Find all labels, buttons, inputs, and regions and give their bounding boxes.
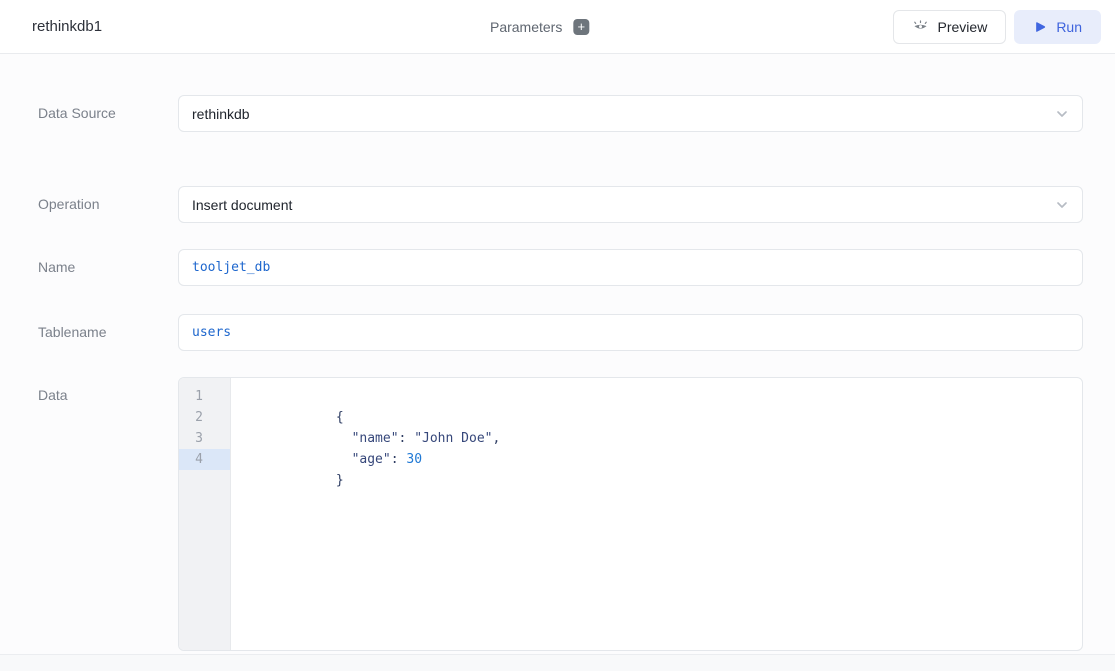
data-source-row: Data Source rethinkdb xyxy=(38,95,1083,132)
tablename-input[interactable]: users xyxy=(178,314,1083,351)
line-number: 2 xyxy=(179,407,230,428)
json-colon: : xyxy=(399,431,415,446)
data-label: Data xyxy=(38,377,178,403)
json-key: "name" xyxy=(352,431,399,446)
code-line: "name": "John Doe", xyxy=(242,407,1082,428)
parameters-label: Parameters xyxy=(490,19,562,35)
parameters-section: Parameters xyxy=(490,19,589,35)
tablename-label: Tablename xyxy=(38,314,178,340)
data-row: Data 1 2 3 4 { "name": "John Doe", xyxy=(38,377,1083,651)
tablename-value: users xyxy=(192,325,231,340)
run-button-label: Run xyxy=(1056,19,1082,35)
data-source-label: Data Source xyxy=(38,95,178,121)
json-colon: : xyxy=(391,452,407,467)
json-comma: , xyxy=(492,431,500,446)
operation-value: Insert document xyxy=(192,197,292,213)
line-number: 1 xyxy=(179,386,230,407)
json-string-value: "John Doe" xyxy=(414,431,492,446)
data-source-select[interactable]: rethinkdb xyxy=(178,95,1083,132)
json-open-brace: { xyxy=(336,410,344,425)
json-number-value: 30 xyxy=(406,452,422,467)
preview-button-label: Preview xyxy=(938,19,988,35)
name-value: tooljet_db xyxy=(192,260,270,275)
play-icon xyxy=(1033,20,1047,34)
name-input[interactable]: tooljet_db xyxy=(178,249,1083,286)
code-indent xyxy=(336,431,352,446)
operation-row: Operation Insert document xyxy=(38,186,1083,223)
plus-icon xyxy=(578,20,586,33)
line-number-active: 4 xyxy=(179,449,230,470)
header-actions: Preview Run xyxy=(893,10,1101,44)
chevron-down-icon xyxy=(1053,105,1071,123)
data-source-value: rethinkdb xyxy=(192,106,250,122)
code-line: { xyxy=(242,386,1082,407)
data-code-editor[interactable]: 1 2 3 4 { "name": "John Doe", "age": 30 xyxy=(178,377,1083,651)
chevron-down-icon xyxy=(1053,196,1071,214)
operation-select[interactable]: Insert document xyxy=(178,186,1083,223)
query-name: rethinkdb1 xyxy=(32,18,102,35)
json-key: "age" xyxy=(352,452,391,467)
code-content[interactable]: { "name": "John Doe", "age": 30 } xyxy=(231,378,1082,650)
code-indent xyxy=(336,452,352,467)
name-row: Name tooljet_db xyxy=(38,249,1083,286)
preview-button[interactable]: Preview xyxy=(893,10,1007,44)
panel-bottom-strip xyxy=(0,654,1115,671)
line-number-gutter: 1 2 3 4 xyxy=(179,378,231,650)
operation-label: Operation xyxy=(38,186,178,212)
query-form: Data Source rethinkdb Operation Insert d… xyxy=(0,54,1115,654)
line-number: 3 xyxy=(179,428,230,449)
run-button[interactable]: Run xyxy=(1014,10,1101,44)
query-header: rethinkdb1 Parameters Preview Run xyxy=(0,0,1115,54)
name-label: Name xyxy=(38,249,178,275)
query-editor-panel: rethinkdb1 Parameters Preview Run xyxy=(0,0,1115,671)
add-parameter-button[interactable] xyxy=(573,19,589,35)
json-close-brace: } xyxy=(336,473,344,488)
eye-icon xyxy=(912,18,929,35)
tablename-row: Tablename users xyxy=(38,314,1083,351)
